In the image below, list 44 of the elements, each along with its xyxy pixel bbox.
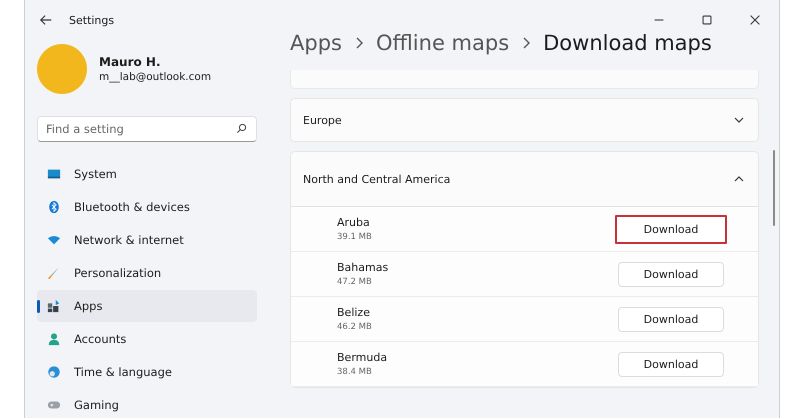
- chevron-up-icon: [734, 174, 744, 184]
- bluetooth-icon: [47, 200, 61, 214]
- map-size: 46.2 MB: [337, 322, 372, 332]
- chevron-right-icon: [354, 37, 364, 49]
- sidebar-item[interactable]: Accounts: [37, 323, 257, 355]
- close-icon[interactable]: [748, 13, 762, 27]
- map-name: Belize: [337, 306, 371, 319]
- avatar: [37, 44, 87, 94]
- search-field[interactable]: Find a setting: [37, 116, 257, 142]
- download-button[interactable]: Download: [618, 262, 724, 286]
- download-button[interactable]: Download: [618, 352, 724, 376]
- map-name: Bermuda: [337, 351, 388, 364]
- sidebar-item[interactable]: Apps: [37, 290, 257, 322]
- map-name: Bahamas: [337, 261, 388, 274]
- breadcrumb-link[interactable]: Apps: [290, 31, 342, 55]
- page-title: Download maps: [543, 31, 712, 55]
- sidebar-item[interactable]: Time & language: [37, 356, 257, 388]
- chevron-right-icon: [521, 37, 532, 49]
- map-size: 47.2 MB: [337, 277, 373, 287]
- back-arrow-icon[interactable]: [39, 13, 53, 27]
- window-title: Settings: [69, 14, 114, 26]
- download-button[interactable]: Download: [618, 306, 724, 332]
- chevron-down-icon: [734, 115, 744, 125]
- scrollbar[interactable]: [773, 150, 775, 226]
- wifi-icon: [47, 233, 61, 247]
- search-icon: [236, 123, 247, 134]
- breadcrumb-link[interactable]: Offline maps: [376, 31, 510, 55]
- sidebar-item[interactable]: Personalization: [37, 257, 257, 289]
- download-button[interactable]: Download: [615, 214, 727, 244]
- sidebar-item[interactable]: Gaming: [37, 389, 257, 418]
- region-header[interactable]: Europe: [291, 99, 758, 141]
- maximize-icon[interactable]: [700, 13, 714, 27]
- map-size: 39.1 MB: [337, 232, 372, 242]
- sidebar-item[interactable]: System: [37, 158, 257, 190]
- sidebar-item[interactable]: Network & internet: [37, 224, 257, 256]
- user-name: Mauro H.: [99, 55, 162, 69]
- map-name: Aruba: [337, 216, 371, 229]
- person-icon: [47, 332, 61, 346]
- apps-icon: [47, 299, 61, 313]
- user-email: m__lab@outlook.com: [99, 71, 212, 83]
- system-icon: [47, 167, 61, 181]
- sidebar-item[interactable]: Bluetooth & devices: [37, 191, 257, 223]
- globe-icon: [47, 365, 61, 379]
- map-size: 38.4 MB: [337, 367, 373, 377]
